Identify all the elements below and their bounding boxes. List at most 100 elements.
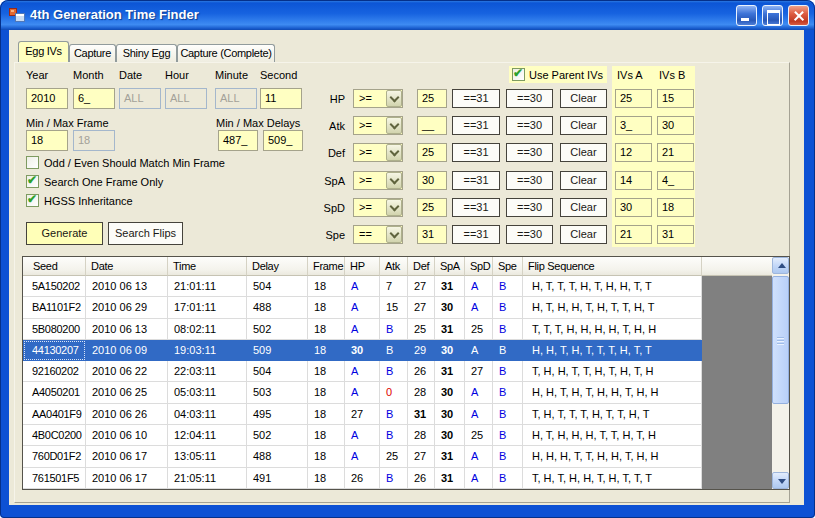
table-row[interactable]: 921602022010 06 2222:03:1150418AB263127B… bbox=[23, 361, 772, 382]
spd-iv-b-input[interactable]: 18 bbox=[657, 198, 694, 217]
def-eq31-button[interactable]: ==31 bbox=[452, 143, 500, 162]
def-eq30-button[interactable]: ==30 bbox=[506, 143, 553, 162]
spa-value-input[interactable]: 30 bbox=[417, 171, 447, 190]
spa-iv-b-input[interactable]: 4_ bbox=[657, 171, 694, 190]
date-input[interactable]: ALL bbox=[119, 88, 161, 109]
max-delay-input[interactable]: 509_ bbox=[263, 130, 303, 151]
hp-eq30-button[interactable]: ==30 bbox=[506, 89, 553, 108]
chevron-down-icon[interactable] bbox=[386, 90, 402, 107]
table-row[interactable]: 441302072010 06 0919:03:115091830B2930AB… bbox=[23, 340, 772, 361]
atk-value-input[interactable]: __ bbox=[417, 116, 447, 135]
atk-eq31-button[interactable]: ==31 bbox=[452, 116, 500, 135]
table-row[interactable]: 760D01F22010 06 1713:05:1148818A252731AB… bbox=[23, 446, 772, 467]
second-input[interactable]: 11 bbox=[260, 88, 302, 109]
tab-capture[interactable]: Capture bbox=[69, 44, 116, 62]
atk-iv-b-input[interactable]: 30 bbox=[657, 116, 694, 135]
minimize-button[interactable] bbox=[736, 5, 757, 26]
tab-capture-complete[interactable]: Capture (Complete) bbox=[177, 44, 275, 62]
atk-clear-button[interactable]: Clear bbox=[560, 116, 607, 135]
column-header-delay[interactable]: Delay bbox=[247, 257, 308, 276]
year-input[interactable]: 2010 bbox=[26, 88, 68, 109]
chevron-down-icon[interactable] bbox=[386, 199, 402, 216]
table-row[interactable]: 761501F52010 06 1721:05:114911826B2631AB… bbox=[23, 468, 772, 489]
table-row[interactable]: A40502012010 06 2505:03:1150318A02830ABH… bbox=[23, 382, 772, 403]
spd-operator-select[interactable]: >= bbox=[353, 198, 403, 217]
spe-eq31-button[interactable]: ==31 bbox=[452, 225, 500, 244]
cell-atk: 25 bbox=[380, 446, 408, 467]
maximize-button[interactable] bbox=[762, 5, 783, 26]
column-header-spd[interactable]: SpD bbox=[465, 257, 493, 276]
def-clear-button[interactable]: Clear bbox=[560, 143, 607, 162]
spd-clear-button[interactable]: Clear bbox=[560, 198, 607, 217]
spe-value-input[interactable]: 31 bbox=[417, 225, 447, 244]
title-bar[interactable]: 4th Generation Time Finder bbox=[0, 0, 815, 30]
hp-operator-select[interactable]: >= bbox=[353, 89, 403, 108]
tab-shiny-egg[interactable]: Shiny Egg bbox=[116, 44, 177, 62]
max-frame-input[interactable]: 18 bbox=[73, 130, 115, 151]
generate-button[interactable]: Generate bbox=[26, 222, 103, 245]
column-header-spe[interactable]: Spe bbox=[493, 257, 523, 276]
column-header-frame[interactable]: Frame bbox=[308, 257, 345, 276]
odd-even-should-match-min-frame-checkbox[interactable] bbox=[26, 156, 39, 169]
table-row[interactable]: 5A1502022010 06 1321:01:1150418A72731ABH… bbox=[23, 276, 772, 297]
spa-operator-select[interactable]: >= bbox=[353, 171, 403, 190]
spd-eq31-button[interactable]: ==31 bbox=[452, 198, 500, 217]
def-operator-select[interactable]: >= bbox=[353, 143, 403, 162]
spa-eq30-button[interactable]: ==30 bbox=[506, 171, 553, 190]
column-header-hp[interactable]: HP bbox=[345, 257, 380, 276]
spd-value-input[interactable]: 25 bbox=[417, 198, 447, 217]
hp-clear-button[interactable]: Clear bbox=[560, 89, 607, 108]
chevron-down-icon[interactable] bbox=[386, 172, 402, 189]
close-button[interactable] bbox=[788, 5, 809, 26]
scrollbar-up-icon[interactable] bbox=[772, 257, 789, 274]
min-delay-input[interactable]: 487_ bbox=[218, 130, 258, 151]
chevron-down-icon[interactable] bbox=[386, 117, 402, 134]
spe-eq30-button[interactable]: ==30 bbox=[506, 225, 553, 244]
spa-iv-a-input[interactable]: 14 bbox=[615, 171, 652, 190]
table-row[interactable]: AA0401F92010 06 2604:03:114951827B3130AB… bbox=[23, 404, 772, 425]
spa-eq31-button[interactable]: ==31 bbox=[452, 171, 500, 190]
table-row[interactable]: 5B0802002010 06 1308:02:1150218AB253125B… bbox=[23, 319, 772, 340]
spd-iv-a-input[interactable]: 30 bbox=[615, 198, 652, 217]
month-input[interactable]: 6_ bbox=[73, 88, 115, 109]
minute-input[interactable]: ALL bbox=[215, 88, 257, 109]
hp-iv-a-input[interactable]: 25 bbox=[615, 89, 652, 108]
spe-iv-b-input[interactable]: 31 bbox=[657, 225, 694, 244]
cell-def: 28 bbox=[408, 382, 435, 403]
spa-clear-button[interactable]: Clear bbox=[560, 171, 607, 190]
spd-eq30-button[interactable]: ==30 bbox=[506, 198, 553, 217]
search-one-frame-only-checkbox[interactable] bbox=[26, 175, 39, 188]
use-parent-ivs-checkbox[interactable] bbox=[512, 68, 525, 81]
spe-iv-a-input[interactable]: 21 bbox=[615, 225, 652, 244]
scrollbar-thumb[interactable] bbox=[772, 276, 789, 404]
column-header-atk[interactable]: Atk bbox=[380, 257, 408, 276]
scrollbar-down-icon[interactable] bbox=[772, 472, 789, 489]
table-row[interactable]: BA1101F22010 06 2917:01:1148818A152730AB… bbox=[23, 297, 772, 318]
def-iv-b-input[interactable]: 21 bbox=[657, 143, 694, 162]
def-iv-a-input[interactable]: 12 bbox=[615, 143, 652, 162]
atk-operator-select[interactable]: >= bbox=[353, 116, 403, 135]
cell-frame: 18 bbox=[308, 276, 345, 297]
spe-clear-button[interactable]: Clear bbox=[560, 225, 607, 244]
hour-input[interactable]: ALL bbox=[165, 88, 207, 109]
atk-eq30-button[interactable]: ==30 bbox=[506, 116, 553, 135]
def-value-input[interactable]: 25 bbox=[417, 143, 447, 162]
column-header-flip-sequence[interactable]: Flip Sequence bbox=[523, 257, 702, 276]
hp-eq31-button[interactable]: ==31 bbox=[452, 89, 500, 108]
column-header-def[interactable]: Def bbox=[408, 257, 435, 276]
column-header-spa[interactable]: SpA bbox=[435, 257, 465, 276]
column-header-time[interactable]: Time bbox=[168, 257, 247, 276]
hp-iv-b-input[interactable]: 15 bbox=[657, 89, 694, 108]
search-flips-button[interactable]: Search Flips bbox=[108, 222, 183, 245]
hp-value-input[interactable]: 25 bbox=[417, 89, 447, 108]
atk-iv-a-input[interactable]: 3_ bbox=[615, 116, 652, 135]
hgss-inheritance-checkbox[interactable] bbox=[26, 194, 39, 207]
table-row[interactable]: 4B0C02002010 06 1012:04:1150218AB283025B… bbox=[23, 425, 772, 446]
spe-operator-select[interactable]: == bbox=[353, 225, 403, 244]
min-frame-input[interactable]: 18 bbox=[26, 130, 68, 151]
chevron-down-icon[interactable] bbox=[386, 144, 402, 161]
column-header-seed[interactable]: Seed bbox=[23, 257, 86, 276]
chevron-down-icon[interactable] bbox=[386, 226, 402, 243]
tab-egg-ivs[interactable]: Egg IVs bbox=[18, 41, 69, 62]
column-header-date[interactable]: Date bbox=[86, 257, 168, 276]
